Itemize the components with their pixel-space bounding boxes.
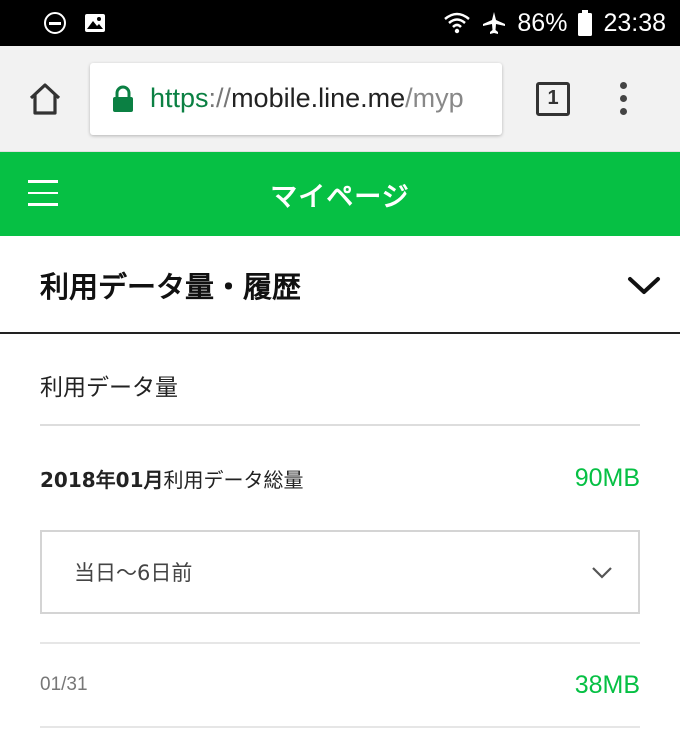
section-title: 利用データ量・履歴 (40, 270, 302, 304)
usage-date: 01/31 (40, 674, 88, 695)
status-bar: 86% 23:38 (0, 0, 680, 46)
hamburger-menu-icon[interactable] (28, 180, 58, 206)
date-range-selected: 当日〜6日前 (74, 561, 193, 585)
url-path: /myp (405, 83, 464, 113)
usage-content: 利用データ量 2018年01月利用データ総量 90MB 当日〜6日前 01/31… (0, 334, 680, 728)
tab-switcher-button[interactable]: 1 (536, 81, 570, 116)
divider (40, 726, 640, 728)
battery-percent: 86% (517, 8, 568, 37)
clock: 23:38 (603, 8, 666, 37)
wifi-icon (444, 12, 471, 34)
page-title: マイページ (270, 181, 410, 213)
page-header: マイページ (0, 152, 680, 236)
url-host: mobile.line.me (231, 83, 406, 113)
image-notification-icon (85, 14, 105, 32)
month-total-caption: 利用データ総量 (163, 467, 304, 492)
url-scheme: https (150, 83, 209, 113)
monthly-total-label: 2018年01月利用データ総量 (40, 464, 304, 493)
browser-toolbar: https://mobile.line.me/myp 1 (0, 46, 680, 152)
date-range-select[interactable]: 当日〜6日前 (40, 530, 640, 614)
address-bar[interactable]: https://mobile.line.me/myp (90, 62, 502, 135)
chevron-down-icon (592, 567, 612, 579)
monthly-total-value: 90MB (574, 463, 640, 492)
usage-history-section-header[interactable]: 利用データ量・履歴 (0, 236, 680, 334)
home-button[interactable] (0, 82, 90, 116)
url-separator: :// (208, 83, 232, 113)
home-icon (29, 82, 61, 115)
daily-usage-row: 01/31 38MB (40, 644, 640, 726)
do-not-disturb-icon (44, 12, 66, 34)
battery-icon (578, 10, 593, 36)
usage-amount: 38MB (574, 670, 640, 699)
airplane-mode-icon (483, 12, 506, 34)
more-options-icon[interactable] (620, 82, 627, 115)
chevron-down-icon[interactable] (626, 274, 662, 298)
month-label: 2018年01月 (40, 467, 164, 492)
lock-icon (113, 85, 133, 112)
monthly-total-row: 2018年01月利用データ総量 90MB (40, 426, 640, 530)
usage-subtitle: 利用データ量 (40, 334, 640, 426)
